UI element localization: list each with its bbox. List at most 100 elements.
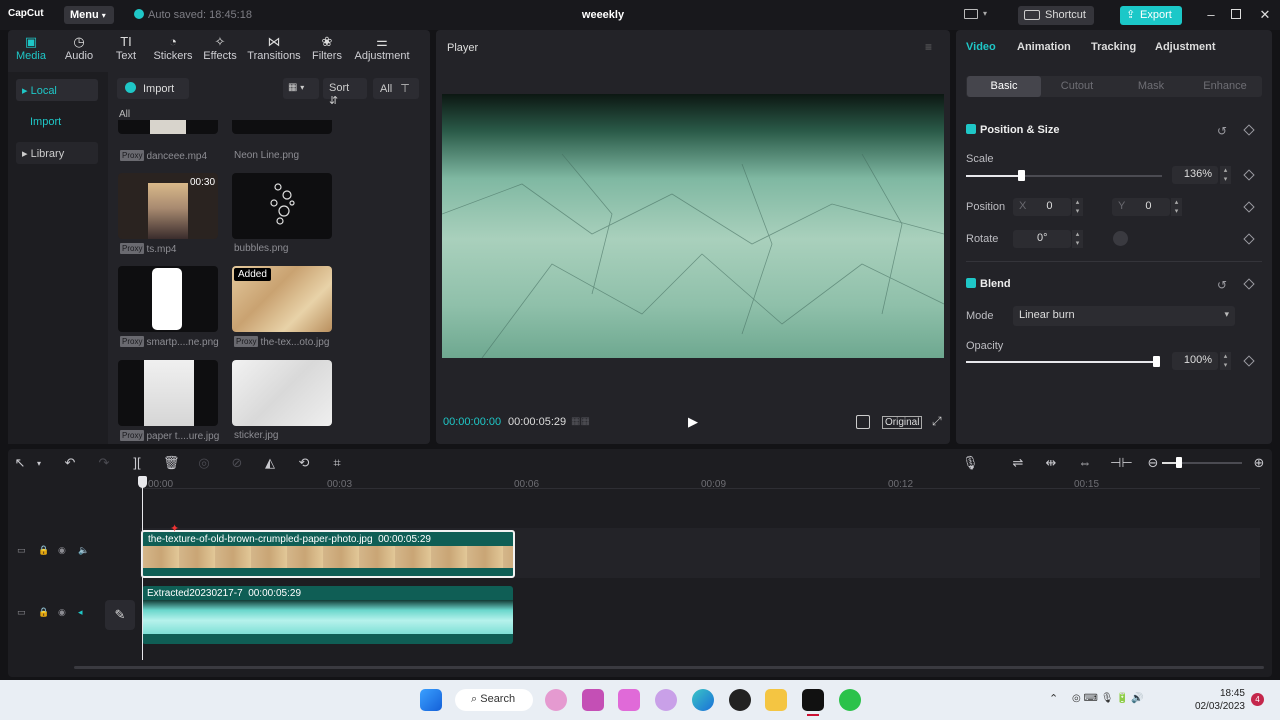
media-thumb-smartphone[interactable] <box>118 266 218 332</box>
media-thumb-bubbles[interactable] <box>232 173 332 239</box>
preview-axis-icon[interactable]: ⇔ <box>1077 455 1093 470</box>
subtab-mask[interactable]: Mask <box>1114 76 1188 97</box>
clip-extracted[interactable]: Extracted20230217-7 00:00:05:29 <box>142 586 513 644</box>
export-button[interactable]: ⇪ Export <box>1120 6 1182 25</box>
whatsapp-icon[interactable] <box>839 689 861 711</box>
lock-icon[interactable]: 🔒 <box>38 607 49 618</box>
split-icon[interactable]: ][ <box>129 455 145 470</box>
taskbar-search[interactable]: ⌕ Search <box>455 689 533 711</box>
close-icon[interactable]: ✕ <box>1258 7 1272 23</box>
stepper-icon[interactable]: ▴ ▾ <box>1072 230 1083 248</box>
select-tool-icon[interactable]: ↖ <box>12 455 28 471</box>
tab-tracking[interactable]: Tracking <box>1091 41 1136 53</box>
mirror-icon[interactable]: ◭ <box>262 455 278 471</box>
play-icon[interactable]: ▶ <box>688 414 698 430</box>
tab-filters[interactable]: ❀ Filters <box>304 34 350 62</box>
cover-icon[interactable]: ▭ <box>17 545 26 556</box>
delete-icon[interactable]: 🗑 <box>163 455 180 471</box>
rotate-input[interactable]: 0° <box>1013 230 1071 248</box>
discord-icon[interactable] <box>655 689 677 711</box>
tab-video[interactable]: Video <box>966 41 996 53</box>
scale-input[interactable]: 136% <box>1172 166 1218 184</box>
cover-icon[interactable]: ▭ <box>17 607 26 618</box>
media-thumb-paper[interactable] <box>118 360 218 426</box>
sidebar-item-import[interactable]: Import <box>16 111 98 133</box>
undo-icon[interactable]: ↶ <box>62 455 78 471</box>
file-explorer-icon[interactable] <box>765 689 787 711</box>
sidebar-item-library[interactable]: ▸ Library <box>16 142 98 164</box>
opacity-slider[interactable] <box>966 356 1160 367</box>
notification-badge[interactable]: 4 <box>1251 693 1264 706</box>
media-thumb-neon-line[interactable] <box>232 120 332 134</box>
maximize-icon[interactable] <box>1231 9 1241 19</box>
tab-effects[interactable]: ✧ Effects <box>197 34 243 62</box>
playhead-handle[interactable] <box>138 476 147 488</box>
scale-slider[interactable] <box>966 170 1162 181</box>
zoom-slider[interactable] <box>1162 457 1242 468</box>
edge-icon[interactable] <box>692 689 714 711</box>
lock-icon[interactable]: 🔒 <box>38 545 49 556</box>
tray-icons[interactable]: ◎ ⌨ 🎙 🔋 🔊 <box>1072 693 1144 704</box>
stepper-icon[interactable]: ▴ ▾ <box>1220 352 1231 370</box>
stepper-icon[interactable]: ▴ ▾ <box>1072 198 1083 216</box>
audio-track-icon[interactable]: ◂ <box>78 607 83 618</box>
stepper-icon[interactable]: ▴ ▾ <box>1171 198 1182 216</box>
menu-button[interactable]: Menu ▾ <box>64 6 114 24</box>
app-icon[interactable] <box>545 689 567 711</box>
tab-media[interactable]: ▣ Media <box>8 34 54 62</box>
snap-icon[interactable]: ⇹ <box>1043 455 1059 471</box>
subtab-basic[interactable]: Basic <box>967 76 1041 97</box>
link-icon[interactable]: ⇌ <box>1010 455 1026 471</box>
fullscreen-icon[interactable]: ⤢ <box>932 414 942 429</box>
position-x-input[interactable]: X0 <box>1013 198 1071 216</box>
position-y-input[interactable]: Y0 <box>1112 198 1170 216</box>
app-icon[interactable] <box>729 689 751 711</box>
tab-adjustment-props[interactable]: Adjustment <box>1155 41 1216 53</box>
capcut-icon[interactable] <box>802 689 824 711</box>
illustrator-icon[interactable] <box>618 689 640 711</box>
tab-audio[interactable]: ◷ Audio <box>56 34 102 62</box>
tab-text[interactable]: TI Text <box>103 34 149 62</box>
clip-paper-texture[interactable]: the-texture-of-old-brown-crumpled-paper-… <box>141 530 515 578</box>
slider-handle[interactable] <box>1153 356 1160 367</box>
stepper-icon[interactable]: ▴ ▾ <box>1220 166 1231 184</box>
slider-handle[interactable] <box>1176 457 1182 468</box>
sort-button[interactable]: Sort ⇵ <box>323 78 367 107</box>
media-thumb-sticker[interactable] <box>232 360 332 426</box>
view-toggle[interactable]: ▦ ▾ <box>283 78 319 99</box>
timeline-scrollbar[interactable] <box>74 666 1264 669</box>
slider-handle[interactable] <box>1017 170 1025 181</box>
crop-icon[interactable]: ⌗ <box>329 455 345 471</box>
opacity-input[interactable]: 100% <box>1172 352 1218 370</box>
sidebar-item-local[interactable]: ▸ Local <box>16 79 98 101</box>
windows-start-icon[interactable] <box>420 689 442 711</box>
shortcut-button[interactable]: Shortcut <box>1018 6 1094 25</box>
fit-frame-icon[interactable] <box>856 415 870 429</box>
tab-adjustment[interactable]: ⚌ Adjustment <box>354 34 410 62</box>
filter-button[interactable]: All ⊤ <box>373 78 419 99</box>
layout-icon[interactable] <box>964 9 978 19</box>
chevron-down-icon[interactable]: ▾ <box>983 9 987 18</box>
app-icon[interactable] <box>582 689 604 711</box>
import-button[interactable]: Import <box>117 78 189 99</box>
microphone-icon[interactable]: 🎙 <box>962 455 979 471</box>
playhead[interactable] <box>142 478 143 660</box>
media-thumb-texture[interactable]: Added <box>232 266 332 332</box>
tab-transitions[interactable]: ⋈ Transitions <box>247 34 301 62</box>
chevron-up-icon[interactable]: ⌃ <box>1049 692 1058 705</box>
reset-icon[interactable]: ↺ <box>1217 124 1227 138</box>
rotate-icon[interactable]: ⟲ <box>296 455 312 471</box>
volume-icon[interactable]: 🔈 <box>78 545 89 556</box>
blend-header[interactable]: Blend <box>966 278 1011 290</box>
tab-animation[interactable]: Animation <box>1017 41 1071 53</box>
hamburger-icon[interactable]: ≡ <box>925 40 932 54</box>
zoom-out-icon[interactable]: ⊖ <box>1145 455 1161 471</box>
media-thumb-ts[interactable]: 00:30 <box>118 173 218 239</box>
position-size-header[interactable]: Position & Size <box>966 124 1059 136</box>
media-thumb-danceee[interactable] <box>118 120 218 134</box>
reset-icon[interactable]: ↺ <box>1217 278 1227 292</box>
eye-icon[interactable]: ◉ <box>58 607 66 618</box>
subtab-cutout[interactable]: Cutout <box>1040 76 1114 97</box>
minimize-icon[interactable]: – <box>1204 7 1218 22</box>
tab-stickers[interactable]: ◔ Stickers <box>150 34 196 62</box>
